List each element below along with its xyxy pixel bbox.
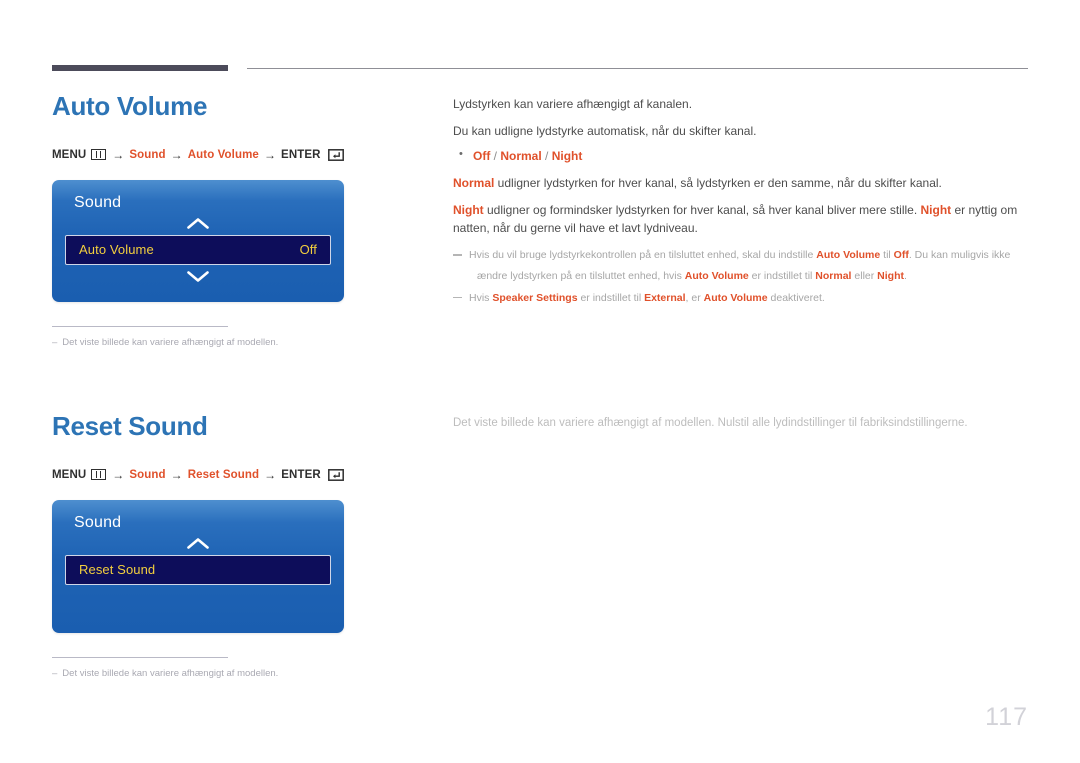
note-1-cont-keyword-normal: Normal <box>815 270 852 283</box>
osd-row-label: Auto Volume <box>79 242 154 258</box>
menu-path-step-sound[interactable]: Sound <box>129 149 165 161</box>
header-rule <box>52 65 1028 73</box>
option-night: Night <box>551 149 583 163</box>
body-paragraph-reset-sound: Det viste billede kan variere afhængigt … <box>453 417 968 429</box>
document-page: Auto Volume MENU → Sound → Auto Volume →… <box>0 0 1080 763</box>
note-1-text-d: . Du kan muligvis ikke <box>908 249 1011 261</box>
body-paragraph-2: Du kan udligne lydstyrke automatisk, når… <box>453 124 757 138</box>
page-title-reset-sound: Reset Sound <box>52 411 208 441</box>
menu-grid-icon <box>91 149 107 161</box>
menu-label: MENU <box>52 468 87 481</box>
note-1-keyword-off: Off <box>893 249 909 261</box>
option-normal: Normal <box>500 149 542 163</box>
chevron-down-icon[interactable] <box>65 267 331 286</box>
note-1-cont-c: er indstillet til <box>748 270 816 283</box>
enter-return-icon <box>327 468 344 481</box>
caption-dash: – <box>52 336 58 348</box>
body-paragraph-night: Night udligner og formindsker lydstyrken… <box>453 201 1023 237</box>
menu-path-step-reset-sound[interactable]: Reset Sound <box>188 469 259 481</box>
osd-row-label: Reset Sound <box>79 562 156 578</box>
note-1: Hvis du vil bruge lydstyrkekontrollen på… <box>453 247 1023 263</box>
arrow-glyph-2: → <box>170 467 183 482</box>
note-2-keyword-external: External <box>644 291 686 304</box>
caption-text: Det viste billede kan variere afhængigt … <box>62 667 279 679</box>
note-2-keyword-auto-volume: Auto Volume <box>703 291 768 304</box>
section-auto-volume-left: Auto Volume MENU → Sound → Auto Volume →… <box>52 92 432 349</box>
arrow-glyph-1: → <box>112 467 125 482</box>
arrow-glyph-3: → <box>264 467 277 482</box>
note-1-text-c: til <box>880 249 894 261</box>
caption-divider <box>52 325 228 327</box>
note-1-continuation: ændre lydstyrken på en tilsluttet enhed,… <box>453 268 1023 284</box>
menu-label: MENU <box>52 148 87 161</box>
note-2-text-a: Hvis <box>469 291 493 304</box>
arrow-glyph-1: → <box>112 147 125 162</box>
body-paragraph-normal-rest: udligner lydstyrken for hver kanal, så l… <box>494 176 942 190</box>
note-1-cont-a: ændre lydstyrken på en tilsluttet enhed,… <box>477 270 685 283</box>
osd-row-value: Off <box>299 242 317 258</box>
enter-label: ENTER <box>281 148 321 161</box>
osd-panel-sound-auto-volume: Sound Auto Volume Off <box>52 179 344 302</box>
menu-path-auto-volume: MENU → Sound → Auto Volume → ENTER <box>52 148 432 162</box>
section-reset-sound-right: Det viste billede kan variere afhængigt … <box>453 415 1023 432</box>
option-off: Off <box>473 149 491 163</box>
note-1-cont-keyword-night: Night <box>877 270 904 283</box>
osd-panel-sound-reset-sound: Sound Reset Sound <box>52 499 344 633</box>
caption-divider <box>52 656 228 658</box>
osd-caption-reset-sound: – Det viste billede kan variere afhængig… <box>52 656 290 681</box>
osd-row-reset-sound[interactable]: Reset Sound <box>65 554 331 585</box>
note-1-cont-e: . <box>904 270 907 283</box>
body-paragraph-night-mid: udligner og formindsker lydstyrken for h… <box>483 203 921 217</box>
page-title-auto-volume: Auto Volume <box>52 91 208 121</box>
enter-return-icon <box>327 148 344 161</box>
note-2: Hvis Speaker Settings er indstillet til … <box>453 290 1023 306</box>
page-number: 117 <box>985 703 1028 731</box>
note-2-text-c: er indstillet til <box>577 291 645 304</box>
menu-path-step-sound[interactable]: Sound <box>129 469 165 481</box>
note-1-keyword-auto-volume: Auto Volume <box>816 249 881 261</box>
chevron-up-icon[interactable] <box>65 534 331 553</box>
note-2-text-d: , er <box>685 291 704 304</box>
section-reset-sound-left: Reset Sound MENU → Sound → Reset Sound →… <box>52 412 432 680</box>
caption-dash: – <box>52 667 58 679</box>
osd-row-auto-volume[interactable]: Auto Volume Off <box>65 234 331 265</box>
note-1-text-a: Hvis du vil bruge lydstyrkekontrollen på… <box>469 249 817 261</box>
note-1-cont-keyword-auto-volume: Auto Volume <box>684 270 749 283</box>
arrow-glyph-3: → <box>263 147 277 162</box>
menu-path-reset-sound: MENU → Sound → Reset Sound → ENTER <box>52 468 432 482</box>
enter-label: ENTER <box>281 468 321 481</box>
note-2-keyword-speaker-settings: Speaker Settings <box>492 291 578 304</box>
menu-grid-icon <box>91 469 107 481</box>
osd-title: Sound <box>74 193 122 211</box>
osd-title: Sound <box>74 513 122 531</box>
body-paragraph-normal: Normal udligner lydstyrken for hver kana… <box>453 174 1023 192</box>
option-separator-2: / <box>541 149 552 163</box>
option-separator-1: / <box>490 149 501 163</box>
caption-text: Det viste billede kan variere afhængigt … <box>62 336 279 348</box>
arrow-glyph-2: → <box>170 147 183 162</box>
chevron-up-icon[interactable] <box>65 214 331 233</box>
keyword-night-1: Night <box>453 203 484 217</box>
note-1-cont-d: eller <box>851 270 878 283</box>
body-paragraph-1: Lydstyrken kan variere afhængigt af kana… <box>453 97 693 111</box>
keyword-normal: Normal <box>453 176 495 190</box>
note-2-text-e: deaktiveret. <box>767 291 825 304</box>
osd-empty-area <box>65 587 331 617</box>
osd-caption-auto-volume: – Det viste billede kan variere afhængig… <box>52 325 290 350</box>
header-rule-thin <box>247 68 1028 69</box>
menu-path-step-auto-volume[interactable]: Auto Volume <box>188 149 259 161</box>
options-bullet: Off / Normal / Night <box>453 148 1023 163</box>
section-auto-volume-right: Lydstyrken kan variere afhængigt af kana… <box>453 95 1023 311</box>
header-rule-thick <box>52 65 228 71</box>
keyword-night-2: Night <box>920 203 952 217</box>
